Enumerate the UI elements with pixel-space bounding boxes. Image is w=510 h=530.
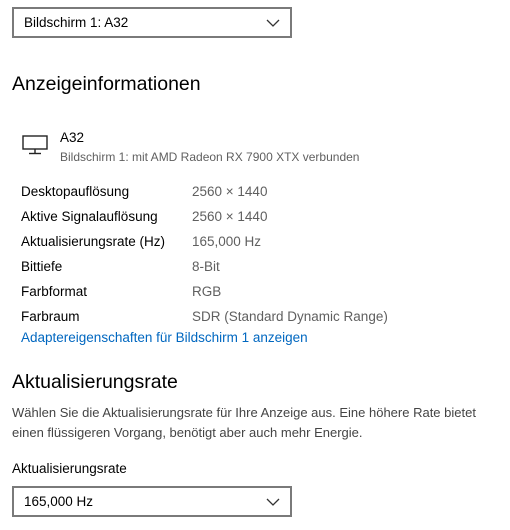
- display-select-value: Bildschirm 1: A32: [24, 15, 129, 30]
- info-value: 8-Bit: [192, 259, 220, 274]
- info-row-bit-depth: Bittiefe 8-Bit: [21, 254, 491, 279]
- refresh-rate-dropdown[interactable]: 165,000 Hz: [12, 486, 292, 517]
- info-row-refresh-rate: Aktualisierungsrate (Hz) 165,000 Hz: [21, 229, 491, 254]
- display-settings-page: Bildschirm 1: A32 Anzeigeinformationen A…: [0, 0, 510, 530]
- info-label: Aktualisierungsrate (Hz): [21, 234, 166, 249]
- info-label: Desktopauflösung: [21, 184, 130, 199]
- info-row-active-signal-resolution: Aktive Signalauflösung 2560 × 1440: [21, 204, 491, 229]
- display-info-table: Desktopauflösung 2560 × 1440 Aktive Sign…: [21, 179, 491, 329]
- info-row-desktop-resolution: Desktopauflösung 2560 × 1440: [21, 179, 491, 204]
- info-value: SDR (Standard Dynamic Range): [192, 309, 388, 324]
- refresh-rate-value: 165,000 Hz: [24, 494, 94, 509]
- info-value: 2560 × 1440: [192, 184, 268, 199]
- refresh-rate-heading: Aktualisierungsrate: [12, 371, 178, 393]
- info-row-color-space: Farbraum SDR (Standard Dynamic Range): [21, 304, 491, 329]
- info-row-color-format: Farbformat RGB: [21, 279, 491, 304]
- info-value: RGB: [192, 284, 222, 299]
- info-value: 2560 × 1440: [192, 209, 268, 224]
- info-value: 165,000 Hz: [192, 234, 262, 249]
- display-subtitle: Bildschirm 1: mit AMD Radeon RX 7900 XTX…: [60, 150, 360, 164]
- display-name: A32: [60, 130, 85, 145]
- display-summary: A32 Bildschirm 1: mit AMD Radeon RX 7900…: [22, 130, 482, 170]
- adapter-properties-link[interactable]: Adaptereigenschaften für Bildschirm 1 an…: [21, 330, 308, 345]
- info-label: Aktive Signalauflösung: [21, 209, 158, 224]
- display-select-dropdown[interactable]: Bildschirm 1: A32: [12, 7, 292, 38]
- info-label: Farbformat: [21, 284, 88, 299]
- chevron-down-icon: [266, 19, 280, 27]
- display-info-heading: Anzeigeinformationen: [12, 73, 201, 95]
- refresh-rate-field-label: Aktualisierungsrate: [12, 461, 127, 476]
- chevron-down-icon: [266, 498, 280, 506]
- info-label: Bittiefe: [21, 259, 63, 274]
- info-label: Farbraum: [21, 309, 80, 324]
- refresh-rate-description: Wählen Sie die Aktualisierungsrate für I…: [12, 405, 476, 440]
- monitor-icon: [22, 135, 48, 155]
